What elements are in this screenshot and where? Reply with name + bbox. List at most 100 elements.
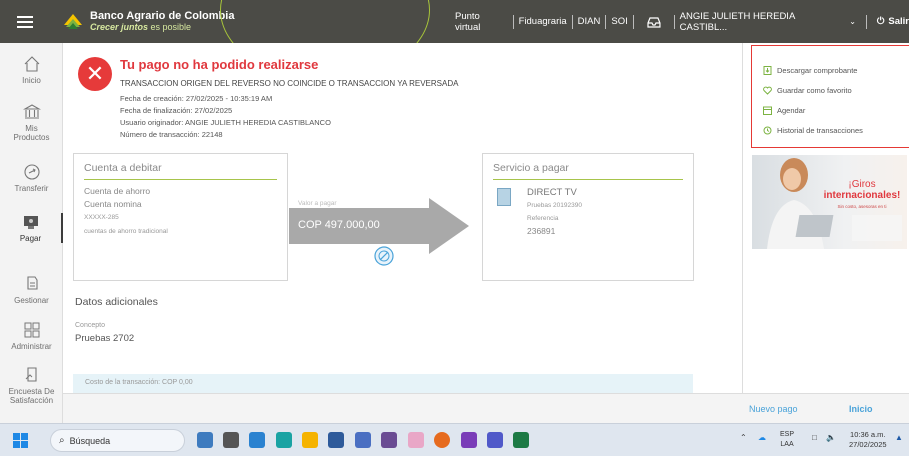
history-icon — [763, 126, 772, 135]
clock[interactable]: 10:36 a.m. 27/02/2025 — [849, 430, 887, 450]
network-icon[interactable]: □ — [812, 433, 817, 442]
brand-title: Banco Agrario de Colombia — [90, 10, 235, 22]
service-ref-label: Referencia — [527, 215, 559, 222]
result-transaction: Número de transacción: 22148 — [120, 130, 223, 139]
language-indicator[interactable]: ESP LAA — [780, 430, 794, 450]
top-nav: Punto virtual Fiduagraria DIAN SOI ANGIE… — [455, 0, 909, 43]
transaction-history-button[interactable]: Historial de transacciones — [763, 126, 863, 135]
debit-account-card: Cuenta a debitar Cuenta de ahorro Cuenta… — [73, 153, 288, 281]
bank-logo-icon — [64, 13, 82, 29]
nav-fiduagraria[interactable]: Fiduagraria — [519, 16, 567, 27]
top-bar: Banco Agrario de Colombia Crecer juntos … — [0, 0, 909, 43]
concept-label: Concepto — [75, 322, 105, 329]
main-panel: ✕ Tu pago no ha podido realizarse TRANSA… — [63, 43, 742, 393]
chevron-down-icon: ⌄ — [849, 17, 856, 26]
calendar-icon — [763, 106, 772, 115]
pay-icon — [23, 216, 38, 229]
result-user: Usuario originador: ANGIE JULIETH HEREDI… — [120, 118, 331, 127]
sidebar-item-mis-productos[interactable]: Mis Productos — [0, 103, 63, 142]
windows-start-icon[interactable] — [13, 433, 28, 448]
brand-slogan: Crecer juntos es posible — [90, 22, 192, 32]
taskbar-search[interactable]: ⌕ Búsqueda — [50, 429, 185, 452]
result-title: Tu pago no ha podido realizarse — [120, 57, 319, 72]
taskbar-excel-icon[interactable] — [513, 432, 529, 448]
sidebar-item-gestionar[interactable]: Gestionar — [0, 275, 63, 305]
debit-account-name: Cuenta nomina — [84, 199, 142, 209]
service-detail: Pruebas 20192390 — [527, 202, 582, 209]
value-label: Valor a pagar — [298, 200, 337, 207]
error-icon: ✕ — [78, 57, 112, 91]
taskbar-folder-icon[interactable] — [302, 432, 318, 448]
sidebar-item-inicio[interactable]: Inicio — [0, 55, 63, 85]
taskbar-app-2-icon[interactable] — [223, 432, 239, 448]
taskbar-firefox-icon[interactable] — [434, 432, 450, 448]
result-finished: Fecha de finalización: 27/02/2025 — [120, 106, 233, 115]
transfer-icon — [23, 164, 40, 180]
taskbar-app-7-icon[interactable] — [355, 432, 371, 448]
payment-amount: COP 497.000,00 — [298, 219, 380, 231]
home-icon — [24, 56, 39, 72]
logout-button[interactable]: ⏻ Salir — [877, 16, 909, 27]
service-card-title: Servicio a pagar — [493, 162, 569, 174]
nav-dian[interactable]: DIAN — [578, 16, 601, 27]
sidebar-item-encuesta[interactable]: Encuesta De Satisfacción — [0, 366, 63, 405]
save-favorite-button[interactable]: Guardar como favorito — [763, 86, 852, 95]
debit-card-title: Cuenta a debitar — [84, 162, 162, 174]
service-name: DIRECT TV — [527, 187, 577, 198]
survey-icon — [25, 367, 37, 382]
volume-icon[interactable]: 🔈 — [826, 433, 836, 442]
taskbar-teams-icon[interactable] — [487, 432, 503, 448]
search-icon: ⌕ — [59, 435, 65, 446]
download-icon — [763, 66, 772, 75]
schedule-button[interactable]: Agendar — [763, 106, 805, 115]
taskbar-app-9-icon[interactable] — [408, 432, 424, 448]
right-panel: Descargar comprobante Guardar como favor… — [742, 43, 909, 393]
bank-icon — [22, 104, 41, 119]
taskbar-app-8-icon[interactable] — [381, 432, 397, 448]
nav-soi[interactable]: SOI — [611, 16, 627, 27]
notification-bell-icon[interactable]: ▲ — [895, 433, 903, 442]
heart-icon — [763, 86, 772, 95]
sidebar-item-administrar[interactable]: Administrar — [0, 321, 63, 351]
new-payment-link[interactable]: Nuevo pago — [749, 404, 798, 414]
promo-text: ¡Giros internacionales! Sin costo, aseso… — [823, 179, 901, 209]
taskbar-edge-icon[interactable] — [276, 432, 292, 448]
user-menu[interactable]: ANGIE JULIETH HEREDIA CASTIBL... ⌄ — [680, 11, 856, 33]
download-receipt-button[interactable]: Descargar comprobante — [763, 66, 857, 75]
nav-punto-virtual[interactable]: Punto virtual — [455, 11, 508, 33]
debit-account-type: Cuenta de ahorro — [84, 186, 151, 196]
promo-banner[interactable]: ¡Giros internacionales! Sin costo, aseso… — [752, 155, 907, 249]
concept-value: Pruebas 2702 — [75, 333, 135, 344]
brand[interactable]: Banco Agrario de Colombia Crecer juntos … — [62, 10, 234, 33]
home-link[interactable]: Inicio — [849, 404, 873, 414]
chevron-up-icon[interactable]: ⌃ — [740, 433, 747, 442]
sidebar-item-pagar[interactable]: Pagar — [0, 213, 63, 243]
taskbar-store-icon[interactable] — [328, 432, 344, 448]
service-card: Servicio a pagar DIRECT TV Pruebas 20192… — [482, 153, 694, 281]
power-icon: ⏻ — [876, 16, 885, 27]
result-message: TRANSACCION ORIGEN DEL REVERSO NO COINCI… — [120, 79, 459, 88]
decorative-arc — [220, 0, 430, 43]
transaction-cost: Costo de la transacción: COP 0,00 — [73, 374, 693, 393]
cloud-icon[interactable]: ☁ — [758, 433, 766, 442]
user-name: ANGIE JULIETH HEREDIA CASTIBL... — [679, 10, 795, 33]
logout-label: Salir — [888, 16, 909, 27]
taskbar-app-1-icon[interactable] — [197, 432, 213, 448]
debit-account-desc: cuentas de ahorro tradicional — [84, 228, 168, 235]
grid-icon — [24, 322, 39, 338]
sidebar-item-transferir[interactable]: Transferir — [0, 163, 63, 193]
service-icon — [497, 188, 511, 206]
windows-taskbar: ⌕ Búsqueda ⌃ ☁ ESP LAA □ 🔈 10:36 a.m. 27… — [0, 423, 909, 456]
menu-icon[interactable] — [0, 0, 50, 43]
taskbar-app-3-icon[interactable] — [249, 432, 265, 448]
sidebar: Inicio Mis Productos Transferir Pagar Ge… — [0, 43, 63, 423]
footer-bar: Nuevo pago Inicio — [63, 393, 909, 423]
inbox-icon[interactable] — [647, 15, 661, 29]
swap-icon[interactable] — [374, 246, 394, 266]
debit-account-number: XXXXX-285 — [84, 214, 119, 221]
additional-data-title: Datos adicionales — [75, 296, 158, 308]
result-created: Fecha de creación: 27/02/2025 - 10:35:19… — [120, 94, 273, 103]
actions-box: Descargar comprobante Guardar como favor… — [751, 45, 909, 148]
taskbar-app-11-icon[interactable] — [461, 432, 477, 448]
manage-icon — [26, 276, 38, 290]
